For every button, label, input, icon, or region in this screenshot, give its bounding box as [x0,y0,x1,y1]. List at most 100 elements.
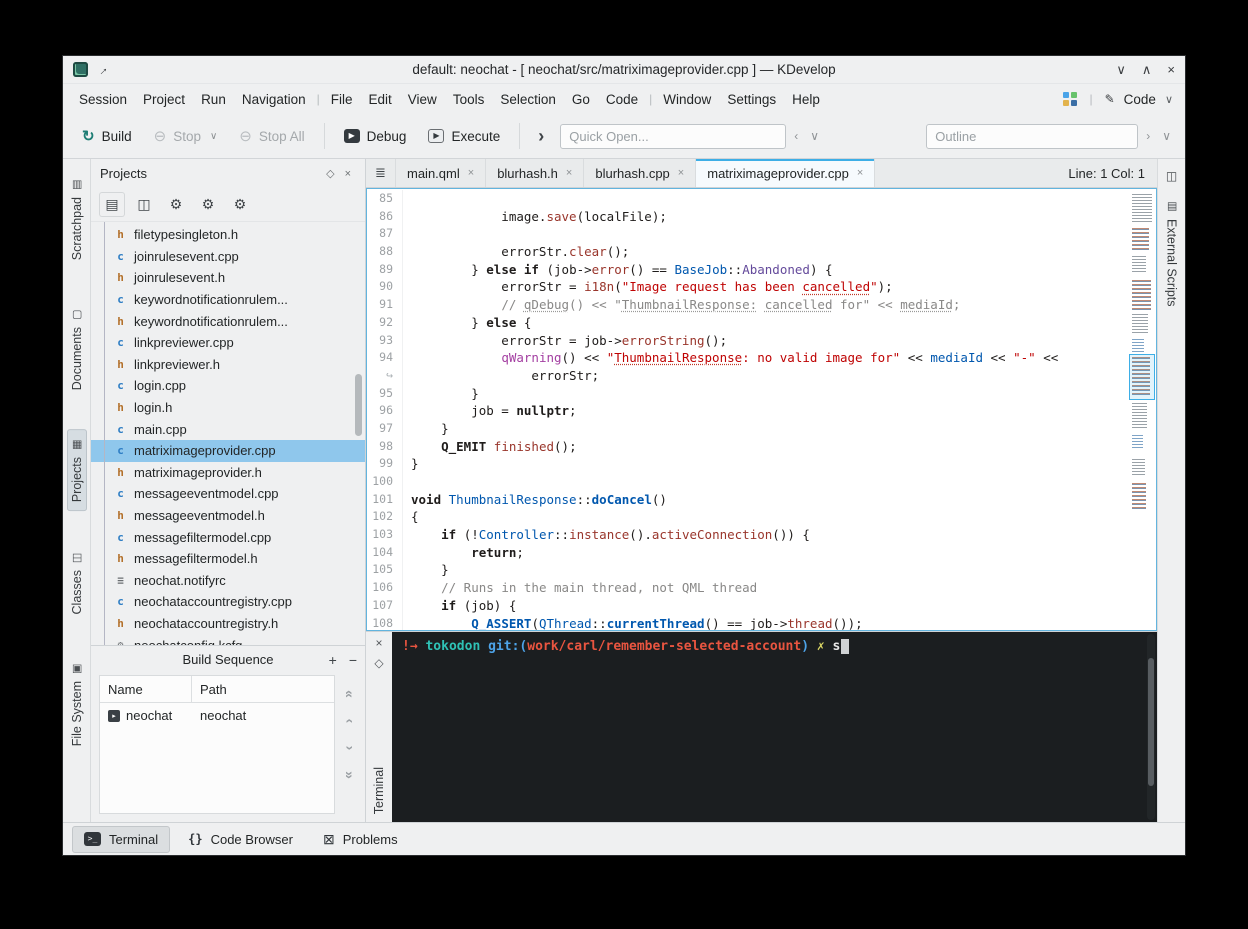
configure-selection-icon[interactable]: ⚙ [227,192,253,217]
dock-tab-classes[interactable]: Classes◫ [67,542,87,623]
editor-tab-main-qml[interactable]: main.qml× [396,159,486,187]
editor-tab-blurhash-h[interactable]: blurhash.h× [486,159,584,187]
dock-tab-projects[interactable]: Projects▦ [67,429,87,511]
install-selection-icon[interactable]: ⚙ [195,192,221,217]
close-button[interactable]: × [1167,63,1175,76]
move-up-button[interactable]: ‹ [343,719,357,724]
tree-item-keywordnotificationrulem[interactable]: ckeywordnotificationrulem... [91,289,365,311]
close-terminal-button[interactable]: × [375,637,382,649]
tree-item-neochataccountregistry-cpp[interactable]: cneochataccountregistry.cpp [91,591,365,613]
statusbar-problems-button[interactable]: ⊠Problems [311,826,410,853]
stop-all-button[interactable]: ⊖ Stop All [230,122,313,151]
statusbar-code-browser-button[interactable]: {}Code Browser [176,826,305,853]
dock-tab-documents[interactable]: Documents▢ [67,299,87,399]
build-sequence-row[interactable]: ▸neochatneochat [100,703,334,728]
terminal-scrollbar[interactable] [1147,634,1155,820]
minimize-button[interactable]: ∨ [1116,63,1126,76]
tab-close-icon[interactable]: × [566,167,572,179]
terminal-scrollbar-thumb[interactable] [1148,658,1154,786]
move-down-button[interactable]: › [343,746,357,751]
tree-item-linkpreviewer-h[interactable]: hlinkpreviewer.h [91,354,365,376]
menu-go[interactable]: Go [564,87,598,112]
tab-close-icon[interactable]: × [468,167,474,179]
menu-code[interactable]: Code [598,87,646,112]
tree-item-messagefiltermodel-cpp[interactable]: cmessagefiltermodel.cpp [91,526,365,548]
locate-current-document-icon[interactable]: ▤ [99,192,125,217]
menu-edit[interactable]: Edit [361,87,400,112]
area-code-button[interactable]: Code [1124,92,1156,107]
tab-close-icon[interactable]: × [678,167,684,179]
detach-terminal-button[interactable]: ◇ [374,657,383,669]
code-text: if (job) { [411,597,516,615]
dock-tab-file-system[interactable]: File System▣ [67,653,87,755]
titlebar[interactable]: default: neochat - [ neochat/src/matrixi… [63,56,1185,84]
dock-tab-external-scripts[interactable]: ▥External Scripts [1162,191,1182,316]
quick-open-input[interactable] [560,124,786,149]
menu-selection[interactable]: Selection [492,87,564,112]
menu-help[interactable]: Help [784,87,828,112]
build-selection-icon[interactable]: ⚙ [163,192,189,217]
execute-button[interactable]: ▶ Execute [419,122,509,151]
area-grid-icon[interactable] [1063,92,1077,106]
add-build-item-button[interactable]: + [329,653,337,667]
close-panel-button[interactable]: × [340,168,356,180]
tab-close-icon[interactable]: × [857,167,863,179]
minimap-scrollbar[interactable] [1132,191,1152,628]
tree-item-neochatconfig-kcfg[interactable]: ⚙neochatconfig.kcfg [91,634,365,645]
stop-button[interactable]: ⊖ Stop ∨ [145,122,227,151]
tree-item-main-cpp[interactable]: cmain.cpp [91,418,365,440]
move-to-bottom-button[interactable]: » [343,771,357,779]
tree-item-filetypesingleton-h[interactable]: hfiletypesingleton.h [91,224,365,246]
tree-item-matriximageprovider-h[interactable]: hmatriximageprovider.h [91,462,365,484]
build-button[interactable]: ↻ Build [73,122,141,151]
column-header-name[interactable]: Name [100,676,192,702]
quickopen-dropdown-button[interactable]: ∨ [806,126,823,146]
tree-item-joinrulesevent-h[interactable]: hjoinrulesevent.h [91,267,365,289]
area-caret-icon[interactable]: ∨ [1165,93,1173,106]
outline-next-button[interactable]: › [1142,126,1154,146]
tree-item-login-h[interactable]: hlogin.h [91,397,365,419]
detach-panel-button[interactable]: ◇ [321,167,339,180]
menu-settings[interactable]: Settings [719,87,784,112]
column-header-path[interactable]: Path [192,676,235,702]
run-chevron-button[interactable]: › [530,125,552,147]
menu-file[interactable]: File [323,87,361,112]
outline-dropdown-button[interactable]: ∨ [1158,126,1175,146]
remove-build-item-button[interactable]: − [349,653,357,667]
move-to-top-button[interactable]: « [343,690,357,698]
menu-tools[interactable]: Tools [445,87,493,112]
tree-item-neochat-notifyrc[interactable]: ≡neochat.notifyrc [91,570,365,592]
show-targets-icon[interactable]: ◫ [131,192,157,217]
code-editor[interactable]: 8586 image.save(localFile);8788 errorStr… [366,188,1157,631]
quickopen-prev-button[interactable]: ‹ [790,126,802,146]
tree-item-linkpreviewer-cpp[interactable]: clinkpreviewer.cpp [91,332,365,354]
split-view-icon[interactable]: ◫ [1166,169,1177,183]
tree-item-neochataccountregistry-h[interactable]: hneochataccountregistry.h [91,613,365,635]
tree-item-login-cpp[interactable]: clogin.cpp [91,375,365,397]
code-view[interactable]: 8586 image.save(localFile);8788 errorStr… [367,189,1126,630]
editor-tab-matriximageprovider-cpp[interactable]: matriximageprovider.cpp× [696,159,875,187]
debug-button[interactable]: ▶ Debug [335,122,416,151]
terminal[interactable]: !→ tokodon git:(work/carl/remember-selec… [392,632,1157,822]
document-list-button[interactable]: ≣ [366,159,396,187]
tree-item-messagefiltermodel-h[interactable]: hmessagefiltermodel.h [91,548,365,570]
menu-run[interactable]: Run [193,87,234,112]
tree-item-keywordnotificationrulem[interactable]: hkeywordnotificationrulem... [91,310,365,332]
editor-tab-blurhash-cpp[interactable]: blurhash.cpp× [584,159,696,187]
menu-navigation[interactable]: Navigation [234,87,314,112]
statusbar-terminal-button[interactable]: >_Terminal [72,826,170,853]
menu-session[interactable]: Session [71,87,135,112]
outline-input[interactable] [926,124,1138,149]
tree-item-joinrulesevent-cpp[interactable]: cjoinrulesevent.cpp [91,246,365,268]
tree-item-messageeventmodel-cpp[interactable]: cmessageeventmodel.cpp [91,483,365,505]
tree-item-messageeventmodel-h[interactable]: hmessageeventmodel.h [91,505,365,527]
tree-scrollbar[interactable] [355,374,362,436]
maximize-button[interactable]: ∧ [1142,63,1152,76]
menu-view[interactable]: View [400,87,445,112]
dock-tab-scratchpad[interactable]: Scratchpad▤ [67,169,87,269]
minimap-chunk [1132,194,1152,224]
minimap-viewport[interactable] [1129,354,1155,400]
tree-item-matriximageprovider-cpp[interactable]: cmatriximageprovider.cpp [91,440,365,462]
menu-window[interactable]: Window [655,87,719,112]
menu-project[interactable]: Project [135,87,193,112]
